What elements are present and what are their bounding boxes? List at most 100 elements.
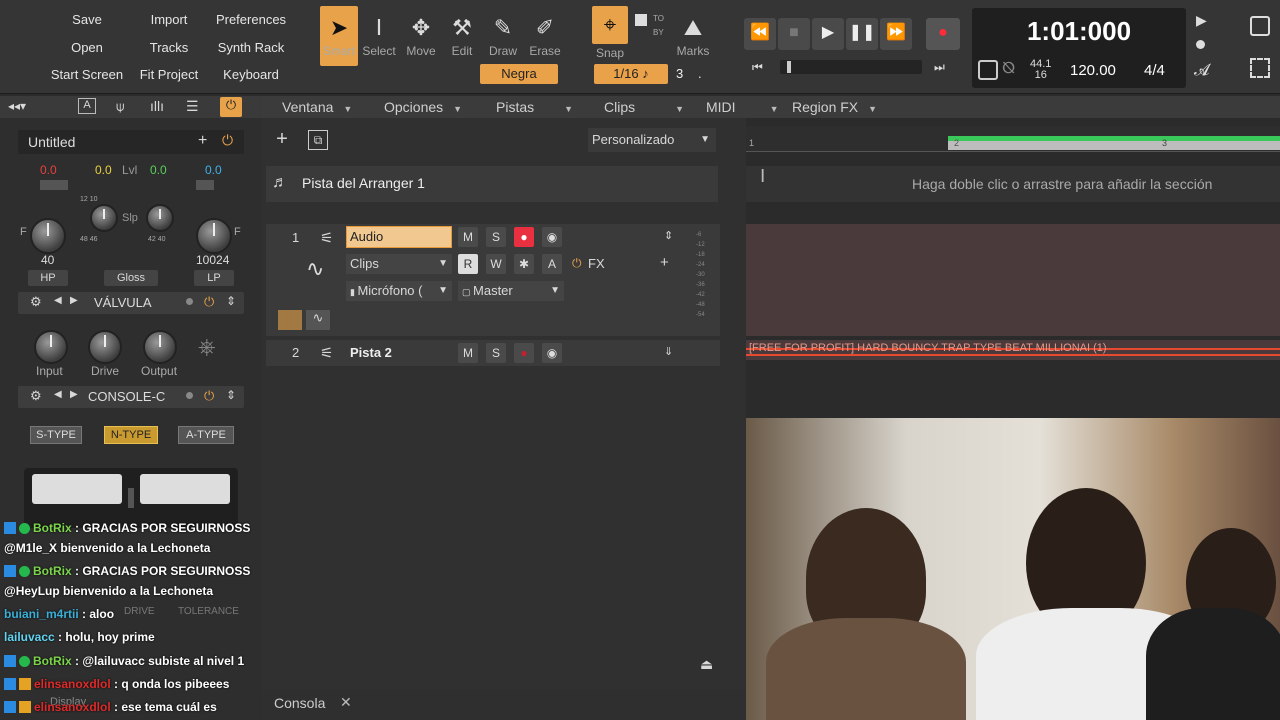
duplicate-track-icon[interactable]: ⧉ <box>308 130 328 150</box>
collapse-icon[interactable]: ◂◂▾ <box>8 99 26 113</box>
play-small-icon[interactable]: ▶ <box>1196 12 1207 29</box>
output-select[interactable]: ▢ Master ▼ <box>458 281 564 301</box>
solo-button[interactable]: S <box>486 227 506 247</box>
move-tool[interactable]: ✥ Move <box>402 6 440 66</box>
expand-icon[interactable]: ⇓ <box>664 345 673 358</box>
mute-button[interactable]: M <box>458 227 478 247</box>
menu-midi[interactable]: MIDI ▼ <box>706 96 778 118</box>
scrubber-handle[interactable] <box>787 61 791 73</box>
arranger-lane[interactable]: Ⅰ Haga doble clic o arrastre para añadir… <box>746 166 1280 202</box>
a-type-button[interactable]: A-TYPE <box>178 426 234 444</box>
lp-knob[interactable] <box>196 218 232 254</box>
keyboard-button[interactable]: Keyboard <box>208 64 294 86</box>
power-icon[interactable]: ⏻ <box>204 388 214 404</box>
tuner-icon[interactable]: 𝓐 <box>1194 62 1209 80</box>
preset-name[interactable]: Untitled <box>28 134 75 150</box>
record-small-icon[interactable] <box>1196 40 1205 49</box>
clips-select[interactable]: Clips ▼ <box>346 254 452 274</box>
reorder-icon[interactable]: ⇕ <box>226 388 236 402</box>
drive-knob[interactable] <box>88 330 122 364</box>
archive-button[interactable]: A <box>542 254 562 274</box>
power-icon[interactable]: ⏻ <box>572 256 582 271</box>
reorder-icon[interactable]: ⇕ <box>226 294 236 308</box>
open-button[interactable]: Open <box>44 37 130 59</box>
prev-icon[interactable]: ◀ <box>54 389 62 400</box>
power-icon[interactable]: ⏻ <box>222 132 233 149</box>
note-length-select[interactable]: Negra <box>480 64 558 84</box>
track-settings-icon[interactable]: ⚟ <box>320 344 333 362</box>
mute-button[interactable]: M <box>458 343 478 363</box>
track-name-input[interactable]: Audio <box>346 226 452 248</box>
tuning-fork-icon[interactable]: ⍦ <box>116 98 124 115</box>
menu-pistas[interactable]: Pistas ▼ <box>496 96 573 118</box>
menu-opciones[interactable]: Opciones ▼ <box>384 96 462 118</box>
add-icon[interactable]: + <box>198 132 207 150</box>
play-button[interactable]: ▶ <box>812 18 844 50</box>
timeline-ruler[interactable]: 1 2 3 <box>746 126 1280 152</box>
preferences-button[interactable]: Preferences <box>208 9 294 31</box>
fullscreen-icon[interactable] <box>1250 58 1270 78</box>
prev-icon[interactable]: ◀ <box>54 295 62 306</box>
input-echo-icon[interactable]: ◉ <box>542 227 562 247</box>
output-knob[interactable] <box>143 330 177 364</box>
time-signature[interactable]: 4/4 <box>1144 62 1165 79</box>
add-fx-icon[interactable]: + <box>660 254 669 271</box>
input-echo-icon[interactable]: ◉ <box>542 343 562 363</box>
eq-band-toggle[interactable] <box>40 180 68 190</box>
track-settings-icon[interactable]: ⚟ <box>320 229 333 247</box>
input-knob[interactable] <box>34 330 68 364</box>
add-track-icon[interactable]: + <box>270 128 294 152</box>
tab-consola[interactable]: Consola <box>274 695 325 711</box>
arm-record-button[interactable]: ● <box>514 227 534 247</box>
lane-toggle-icon[interactable] <box>278 310 302 330</box>
fast-forward-button[interactable]: ⏩ <box>880 18 912 50</box>
write-automation-button[interactable]: W <box>486 254 506 274</box>
read-automation-button[interactable]: R <box>458 254 478 274</box>
s-type-button[interactable]: S-TYPE <box>30 426 82 444</box>
loop-region[interactable] <box>948 136 1280 150</box>
close-icon[interactable]: ✕ <box>340 694 352 711</box>
import-button[interactable]: Import <box>126 9 212 31</box>
menu-ventana[interactable]: Ventana ▼ <box>282 96 352 118</box>
power-icon[interactable]: ⏻ <box>220 97 242 117</box>
marks-tool[interactable]: ⛰ Marks <box>674 6 712 66</box>
snap-toggle[interactable]: ⌖ <box>592 6 628 44</box>
arranger-track[interactable]: ♬ Pista del Arranger 1 <box>266 166 718 202</box>
erase-tool[interactable]: ✐ Erase <box>526 6 564 66</box>
smart-tool[interactable]: ➤ Smart <box>320 6 358 66</box>
start-screen-button[interactable]: Start Screen <box>44 64 130 86</box>
scroll-up-icon[interactable]: ⏏ <box>700 656 713 673</box>
solo-button[interactable]: S <box>486 343 506 363</box>
gloss-button[interactable]: Gloss <box>104 270 158 286</box>
record-button[interactable]: ● <box>926 18 960 50</box>
select-tool[interactable]: Ⅰ Select <box>360 6 398 66</box>
waveform-icon[interactable]: ıllı <box>150 98 164 114</box>
gear-icon[interactable]: ⚙ <box>30 388 42 404</box>
next-icon[interactable]: ▶ <box>70 389 78 400</box>
menu-region-fx[interactable]: Region FX ▼ <box>792 96 877 118</box>
lp-button[interactable]: LP <box>194 270 234 286</box>
next-icon[interactable]: ▶ <box>70 295 78 306</box>
menu-clips[interactable]: Clips ▼ <box>604 96 684 118</box>
gear-icon[interactable]: ⚙ <box>30 294 42 310</box>
input-select[interactable]: ▮ Micrófono (▼ <box>346 281 452 301</box>
position-scrubber[interactable] <box>780 60 922 74</box>
text-a-icon[interactable]: A <box>78 98 96 114</box>
stop-button[interactable]: ■ <box>778 18 810 50</box>
edit-tool[interactable]: ⚒ Edit <box>443 6 481 66</box>
synth-rack-button[interactable]: Synth Rack <box>208 37 294 59</box>
hp-knob[interactable] <box>30 218 66 254</box>
to-by-toggle[interactable] <box>635 14 647 26</box>
eq-band-toggle[interactable] <box>196 180 214 190</box>
loop-icon[interactable] <box>978 60 998 80</box>
hp-button[interactable]: HP <box>28 270 68 286</box>
pause-button[interactable]: ❚❚ <box>846 18 878 50</box>
track-1-lane[interactable] <box>746 224 1280 336</box>
eq-gain-knob[interactable] <box>90 204 118 232</box>
freeze-icon[interactable]: ✱ <box>514 254 534 274</box>
eq-gain-knob[interactable] <box>146 204 174 232</box>
track-name[interactable]: Pista 2 <box>350 345 392 360</box>
track-view-preset-select[interactable]: Personalizado ▼ <box>588 128 716 152</box>
snap-resolution-select[interactable]: 1/16 ♪ <box>594 64 668 84</box>
power-icon[interactable]: ⏻ <box>204 294 214 310</box>
